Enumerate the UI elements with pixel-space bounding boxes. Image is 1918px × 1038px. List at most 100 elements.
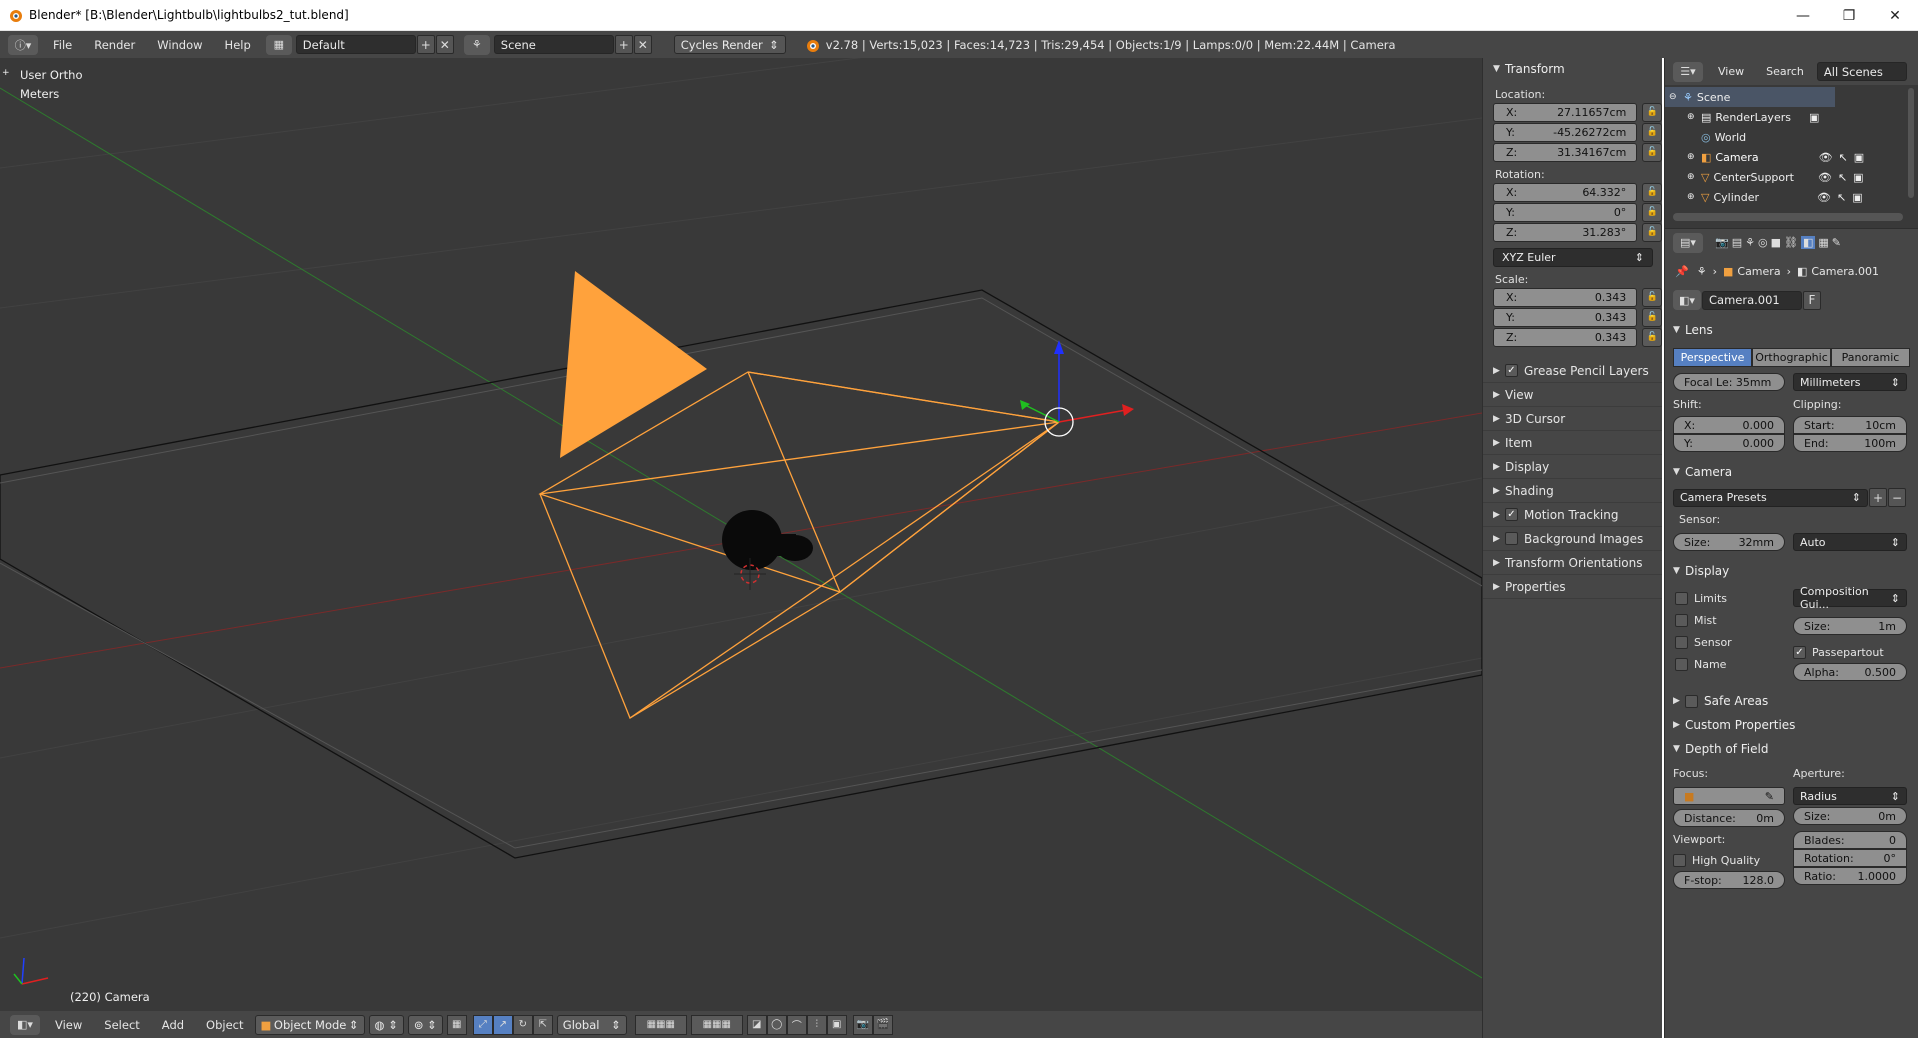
checkbox-icon[interactable]	[1675, 657, 1688, 671]
editor-type-properties-icon[interactable]: ▤▾	[1673, 232, 1703, 253]
focus-distance-field[interactable]: Distance: 0m	[1673, 809, 1785, 827]
lock-icon[interactable]: 🔓	[1642, 102, 1662, 122]
rotation-mode-dropdown[interactable]: XYZ Euler ⇕	[1493, 248, 1653, 267]
camera-panel-header[interactable]: ▼ Camera	[1665, 460, 1918, 484]
collapse-icon[interactable]: ⊖	[1669, 92, 1679, 102]
pivot-point-dropdown[interactable]: ⊚ ⇕	[407, 1014, 443, 1035]
mist-checkbox[interactable]: Mist	[1673, 609, 1785, 631]
high-quality-checkbox[interactable]: High Quality	[1673, 849, 1785, 871]
scale-manipulator-icon[interactable]: ⇱	[532, 1014, 553, 1035]
visibility-eye-icon[interactable]: 👁	[1817, 191, 1831, 204]
lock-icon[interactable]: 🔓	[1642, 122, 1662, 142]
visibility-eye-icon[interactable]: 👁	[1818, 171, 1832, 184]
add-scene-button[interactable]: +	[614, 35, 633, 54]
minimize-button[interactable]: —	[1780, 0, 1826, 31]
outliner-item-centersupport[interactable]: ⊕ ▽ CenterSupport 👁 ↖ ▣	[1665, 167, 1918, 187]
render-tab-icon[interactable]: 📷	[1715, 236, 1729, 249]
location-y-field[interactable]: Y: -45.26272cm	[1493, 123, 1638, 142]
outliner-item-cylinder[interactable]: ⊕ ▽ Cylinder 👁 ↖ ▣	[1665, 187, 1918, 207]
eyedropper-icon[interactable]: ✎	[1765, 790, 1774, 803]
panel-properties[interactable]: ▶ Properties	[1483, 575, 1662, 599]
lock-icon[interactable]: 🔓	[1642, 182, 1662, 202]
name-checkbox[interactable]: Name	[1673, 653, 1785, 675]
region-toggle-plus-icon[interactable]: +	[2, 68, 10, 78]
render-animation-icon[interactable]: 🎬	[872, 1014, 893, 1035]
expand-icon[interactable]: ⊕	[1687, 152, 1697, 162]
alpha-field[interactable]: Alpha: 0.500	[1793, 663, 1907, 681]
scale-x-field[interactable]: X: 0.343	[1493, 288, 1638, 307]
sensor-fit-dropdown[interactable]: Auto ⇕	[1793, 533, 1907, 551]
render-layers-tab-icon[interactable]: ▤	[1732, 236, 1742, 249]
scale-y-field[interactable]: Y: 0.343	[1493, 308, 1638, 327]
lens-panel-header[interactable]: ▼ Lens	[1665, 318, 1918, 342]
focal-length-field[interactable]: Focal Le: 35mm	[1673, 373, 1785, 391]
proportional-edit-icon[interactable]: ◯	[766, 1014, 787, 1035]
panel-motion-tracking[interactable]: ▶ ✓ Motion Tracking	[1483, 503, 1662, 527]
add-layout-button[interactable]: +	[416, 35, 435, 54]
translate-manipulator-icon[interactable]: ↗	[492, 1014, 513, 1035]
checkbox-icon[interactable]	[1505, 532, 1518, 545]
snap-element-icon[interactable]: ⫶	[806, 1014, 827, 1035]
rotation-x-field[interactable]: X: 64.332°	[1493, 183, 1638, 202]
render-camera-icon[interactable]: ▣	[1853, 171, 1863, 184]
viewport-shading-dropdown[interactable]: ◍ ⇕	[368, 1014, 404, 1035]
menu-file[interactable]: File	[42, 38, 83, 52]
fake-user-button[interactable]: F	[1803, 290, 1821, 310]
mode-dropdown[interactable]: ■ Object Mode ⇕	[254, 1014, 365, 1035]
scene-field[interactable]: Scene	[493, 35, 614, 54]
panel-shading[interactable]: ▶ Shading	[1483, 479, 1662, 503]
screen-layout-icon[interactable]: ▦	[265, 34, 292, 55]
lens-panoramic-button[interactable]: Panoramic	[1831, 348, 1910, 367]
lock-icon[interactable]: 🔓	[1642, 307, 1662, 327]
rotation-z-field[interactable]: Z: 31.283°	[1493, 223, 1638, 242]
panel-view[interactable]: ▶ View	[1483, 383, 1662, 407]
scene-tab-icon[interactable]: ⚘	[1745, 236, 1755, 249]
location-z-field[interactable]: Z: 31.34167cm	[1493, 143, 1638, 162]
manipulator-toggle-icon[interactable]: ⤢	[472, 1014, 493, 1035]
lightbulb-object[interactable]	[722, 510, 813, 570]
remove-scene-button[interactable]: ✕	[633, 35, 652, 54]
panel-grease-pencil-layers[interactable]: ▶ ✓ Grease Pencil Layers	[1483, 359, 1662, 383]
physics-tab-icon[interactable]: ✎	[1832, 236, 1841, 249]
panel-display[interactable]: ▶ Display	[1483, 455, 1662, 479]
checkbox-icon[interactable]: ✓	[1505, 508, 1518, 521]
composition-guides-dropdown[interactable]: Composition Gui... ⇕	[1793, 585, 1907, 611]
camera-data-browse-icon[interactable]: ◧▾	[1673, 290, 1701, 310]
select-cursor-icon[interactable]: ↖	[1837, 191, 1846, 204]
clip-end-field[interactable]: End: 100m	[1793, 434, 1907, 452]
panel-3d-cursor[interactable]: ▶ 3D Cursor	[1483, 407, 1662, 431]
constraints-tab-icon[interactable]: ⛓	[1784, 236, 1798, 249]
scene-layers-2-icon[interactable]: ▦▦▦	[690, 1014, 743, 1035]
lock-icon[interactable]: 🔓	[1642, 142, 1662, 162]
checkbox-icon[interactable]	[1685, 694, 1698, 708]
clip-start-field[interactable]: Start: 10cm	[1793, 416, 1907, 434]
menu-render[interactable]: Render	[83, 38, 146, 52]
limits-checkbox[interactable]: Limits	[1673, 587, 1785, 609]
lock-icon[interactable]: 🔓	[1642, 222, 1662, 242]
opengl-render-icon[interactable]: ▣	[826, 1014, 847, 1035]
panel-background-images[interactable]: ▶ Background Images	[1483, 527, 1662, 551]
outliner-menu-view[interactable]: View	[1707, 65, 1755, 78]
transform-panel-header[interactable]: ▼ Transform	[1483, 58, 1662, 80]
outliner-item-renderlayers[interactable]: ⊕ ▤ RenderLayers ▣	[1665, 107, 1918, 127]
dof-panel-header[interactable]: ▼ Depth of Field	[1665, 737, 1918, 761]
display-panel-header[interactable]: ▼ Display	[1665, 559, 1918, 583]
snap-icon[interactable]: ⌒	[786, 1014, 807, 1035]
scale-z-field[interactable]: Z: 0.343	[1493, 328, 1638, 347]
menu-view[interactable]: View	[44, 1018, 93, 1032]
restore-button[interactable]: ❐	[1826, 0, 1872, 31]
lock-icon[interactable]: 🔓	[1642, 327, 1662, 347]
lock-icon[interactable]: 🔓	[1642, 202, 1662, 222]
lock-icon[interactable]: 🔓	[1642, 287, 1662, 307]
editor-type-3d-view-icon[interactable]: ◧▾	[10, 1014, 40, 1035]
fstop-field[interactable]: F-stop: 128.0	[1673, 871, 1785, 889]
scene-layers-icon[interactable]: ▦▦▦	[634, 1014, 687, 1035]
menu-help[interactable]: Help	[214, 38, 262, 52]
panel-item[interactable]: ▶ Item	[1483, 431, 1662, 455]
3d-viewport[interactable]: User Ortho Meters (220) Camera +	[0, 58, 1482, 1011]
sensor-checkbox[interactable]: Sensor	[1673, 631, 1785, 653]
checkbox-icon[interactable]	[1673, 853, 1686, 867]
rotation-y-field[interactable]: Y: 0°	[1493, 203, 1638, 222]
scene-icon[interactable]: ⚘	[463, 34, 490, 55]
passepartout-checkbox[interactable]: ✓ Passepartout	[1793, 641, 1907, 663]
